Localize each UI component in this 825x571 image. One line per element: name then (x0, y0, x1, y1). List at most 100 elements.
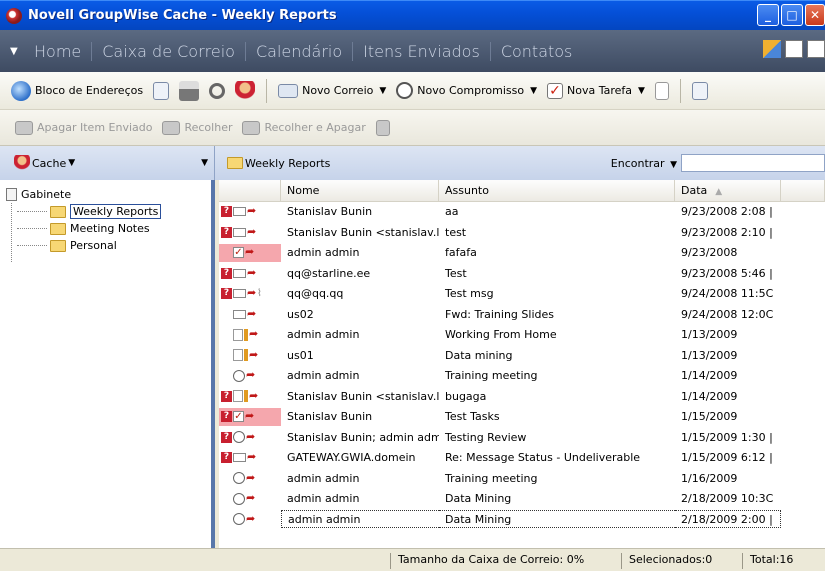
retract-icon (162, 120, 181, 135)
main-toolbar: Bloco de Endereços Novo Correio ▼ Novo C… (0, 72, 825, 110)
row-date: 9/23/2008 5:46 | (681, 266, 773, 280)
find-input[interactable] (681, 154, 825, 172)
column-subject[interactable]: Assunto (439, 180, 675, 201)
nav-contacts[interactable]: Contatos (491, 42, 583, 61)
row-subject: Test msg (445, 287, 494, 301)
table-row[interactable]: ➦ admin admin Training meeting 1/16/2009 (219, 469, 825, 489)
nav-bar: ▼ Home Caixa de Correio Calendário Itens… (0, 30, 825, 72)
close-button[interactable]: ✕ (805, 4, 825, 26)
user-button[interactable] (230, 80, 260, 101)
status-bar: Tamanho da Caixa de Correio: 0% Selecion… (0, 548, 825, 571)
row-subject: fafafa (445, 246, 477, 260)
nav-home[interactable]: Home (24, 41, 93, 61)
table-row[interactable]: ➦ us01 Data mining 1/13/2009 (219, 346, 825, 366)
print-button[interactable] (174, 80, 204, 101)
find-button[interactable] (204, 82, 230, 99)
new-mail-label: Novo Correio (302, 84, 374, 97)
cache-label: Cache (32, 156, 67, 170)
chevron-down-icon[interactable]: ▼ (201, 158, 208, 168)
maximize-button[interactable]: □ (781, 4, 803, 26)
row-date: 1/16/2009 (681, 471, 738, 485)
column-icons[interactable] (219, 180, 281, 201)
folder-personal[interactable]: Personal (6, 237, 211, 254)
resend-button[interactable] (371, 119, 395, 136)
row-subject: Fwd: Training Slides (445, 307, 554, 321)
envelope-icon (233, 207, 246, 217)
layout-icon[interactable] (785, 40, 803, 58)
clock-icon (396, 82, 414, 99)
row-date: 1/13/2009 (681, 328, 738, 342)
minimize-button[interactable]: _ (757, 4, 779, 26)
table-row[interactable]: ? ➦ Stanislav Bunin; admin adm Testing Revi… (219, 428, 825, 448)
table-row[interactable]: ➦ us02 Fwd: Training Slides 9/24/2008 12:0C (219, 305, 825, 325)
tree-root-label: Gabinete (21, 188, 72, 201)
nav-calendar[interactable]: Calendário (246, 41, 354, 61)
new-mail-button[interactable]: Novo Correio ▼ (273, 83, 391, 98)
folder-meeting-notes[interactable]: Meeting Notes (6, 220, 211, 237)
table-row[interactable]: ➦ admin admin Data Mining 2/18/2009 2:00 | (219, 510, 825, 530)
chevron-down-icon[interactable]: ▼ (638, 86, 645, 96)
table-row[interactable]: ? ✓ ➦ Stanislav Bunin Test Tasks 1/15/2009 (219, 407, 825, 428)
row-date: 9/24/2008 11:5C (681, 287, 774, 301)
retract-delete-button[interactable]: Recolher e Apagar (237, 120, 370, 135)
table-row[interactable]: ? ➦ ⌇ qq@qq.qq Test msg 9/24/2008 11:5C (219, 284, 825, 305)
chevron-down-icon[interactable]: ▼ (379, 86, 386, 96)
row-sender: us02 (287, 307, 314, 321)
view-icon[interactable] (807, 40, 825, 58)
pencil-icon (244, 390, 248, 403)
new-item-button[interactable] (650, 81, 674, 100)
chevron-down-icon[interactable]: ▼ (530, 86, 537, 96)
row-sender: admin admin (287, 246, 360, 260)
row-date: 1/14/2009 (681, 389, 738, 403)
title-bar: Novell GroupWise Cache - Weekly Reports … (0, 0, 825, 30)
folder-weekly-reports[interactable]: Weekly Reports (6, 203, 211, 220)
column-date[interactable]: Data ▲ (675, 180, 781, 201)
table-row[interactable]: ? ➦ Stanislav Bunin aa 9/23/2008 2:08 | (219, 202, 825, 223)
search-icon (209, 82, 226, 99)
row-date: 9/24/2008 12:0C (681, 307, 774, 321)
mailbox-size-status: Tamanho da Caixa de Correio: 0% (390, 553, 584, 569)
row-subject: bugaga (445, 389, 487, 403)
task-check-icon: ✓ (233, 411, 244, 423)
table-row[interactable]: ? ➦ qq@starline.ee Test 9/23/2008 5:46 | (219, 264, 825, 284)
new-task-button[interactable]: ✓ Nova Tarefa ▼ (542, 82, 650, 99)
delete-sent-item-button[interactable]: Apagar Item Enviado (10, 120, 157, 135)
tree-root[interactable]: Gabinete (6, 186, 211, 203)
properties-button[interactable] (148, 81, 174, 100)
nav-sent-items[interactable]: Itens Enviados (353, 41, 491, 61)
column-name[interactable]: Nome (281, 180, 439, 201)
table-row[interactable]: ? ➦ Stanislav Bunin <stanislav.l test 9/23/2… (219, 223, 825, 243)
row-status-icons: ? ➦ (219, 449, 281, 467)
new-appointment-button[interactable]: Novo Compromisso ▼ (391, 82, 542, 99)
table-row[interactable]: ➦ admin admin Working From Home 1/13/2009 (219, 325, 825, 346)
row-status-icons: ➦ (219, 490, 281, 508)
table-row[interactable]: ➦ admin admin Training meeting 1/14/2009 (219, 366, 825, 387)
table-row[interactable]: ? ➦ Stanislav Bunin <stanislav.l bugaga 1/14… (219, 387, 825, 407)
table-row[interactable]: ➦ admin admin Data Mining 2/18/2009 10:3C (219, 489, 825, 510)
priority-flag-icon: ? (221, 411, 232, 423)
task-check-icon: ✓ (547, 82, 563, 99)
table-row[interactable]: ✓ ➦ admin admin fafafa 9/23/2008 (219, 243, 825, 264)
new-document-icon (654, 81, 669, 100)
nav-mailbox[interactable]: Caixa de Correio (92, 41, 246, 61)
nav-menu-arrow-icon[interactable]: ▼ (10, 46, 24, 57)
notes-button[interactable] (687, 81, 713, 100)
selected-count-status: Selecionados:0 (621, 553, 712, 569)
appointment-clock-icon (233, 369, 245, 382)
retract-button[interactable]: Recolher (157, 120, 237, 135)
find-dropdown[interactable]: Encontrar ▼ (611, 157, 677, 170)
envelope-icon (233, 453, 246, 463)
address-book-button[interactable]: Bloco de Endereços (6, 80, 148, 101)
envelope-icon (233, 289, 246, 299)
nav-icons (763, 40, 825, 58)
folder-icon (50, 239, 66, 252)
total-count-status: Total:16 (742, 553, 793, 569)
mode-switch-icon[interactable] (763, 40, 781, 58)
table-row[interactable]: ? ➦ GATEWAY.GWIA.domein Re: Message Status … (219, 448, 825, 469)
cache-selector[interactable]: Cache ▼ ▼ (0, 146, 215, 180)
row-status-icons: ➦ (219, 305, 281, 323)
row-sender: Stanislav Bunin; admin adm (287, 430, 439, 444)
row-subject: test (445, 225, 467, 239)
row-status-icons: ? ➦ (219, 223, 281, 241)
